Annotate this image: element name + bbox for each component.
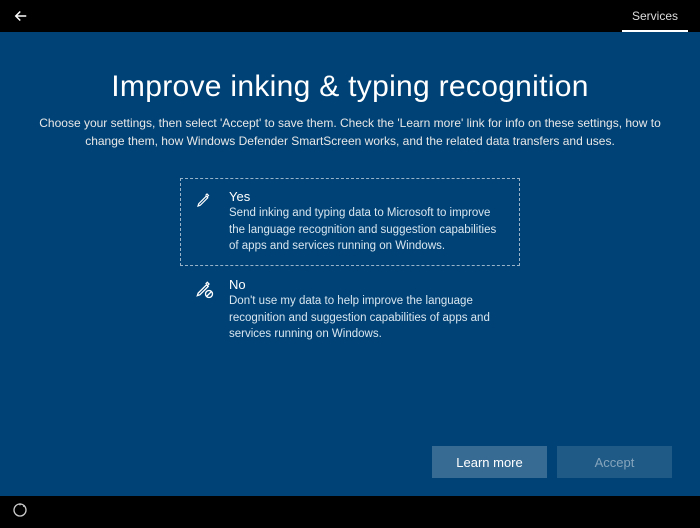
back-button[interactable]	[12, 7, 30, 25]
option-yes[interactable]: Yes Send inking and typing data to Micro…	[180, 178, 520, 266]
option-no[interactable]: No Don't use my data to help improve the…	[180, 266, 520, 354]
ease-of-access-icon[interactable]	[12, 502, 28, 523]
back-arrow-icon	[12, 7, 30, 25]
option-no-title: No	[229, 277, 507, 292]
option-yes-text: Yes Send inking and typing data to Micro…	[229, 189, 507, 255]
option-yes-title: Yes	[229, 189, 507, 204]
tab-services[interactable]: Services	[622, 1, 688, 32]
footer-buttons: Learn more Accept	[432, 446, 672, 478]
accept-button[interactable]: Accept	[557, 446, 672, 478]
option-no-text: No Don't use my data to help improve the…	[229, 277, 507, 343]
options-group: Yes Send inking and typing data to Micro…	[180, 178, 520, 354]
page-subtitle: Choose your settings, then select 'Accep…	[30, 114, 670, 150]
content-area: Improve inking & typing recognition Choo…	[0, 32, 700, 496]
option-yes-desc: Send inking and typing data to Microsoft…	[229, 205, 507, 255]
learn-more-button[interactable]: Learn more	[432, 446, 547, 478]
pen-icon	[193, 189, 215, 255]
statusbar	[0, 496, 700, 528]
titlebar: Services	[0, 0, 700, 32]
option-no-desc: Don't use my data to help improve the la…	[229, 293, 507, 343]
pen-disabled-icon	[193, 277, 215, 343]
page-title: Improve inking & typing recognition	[28, 70, 672, 104]
